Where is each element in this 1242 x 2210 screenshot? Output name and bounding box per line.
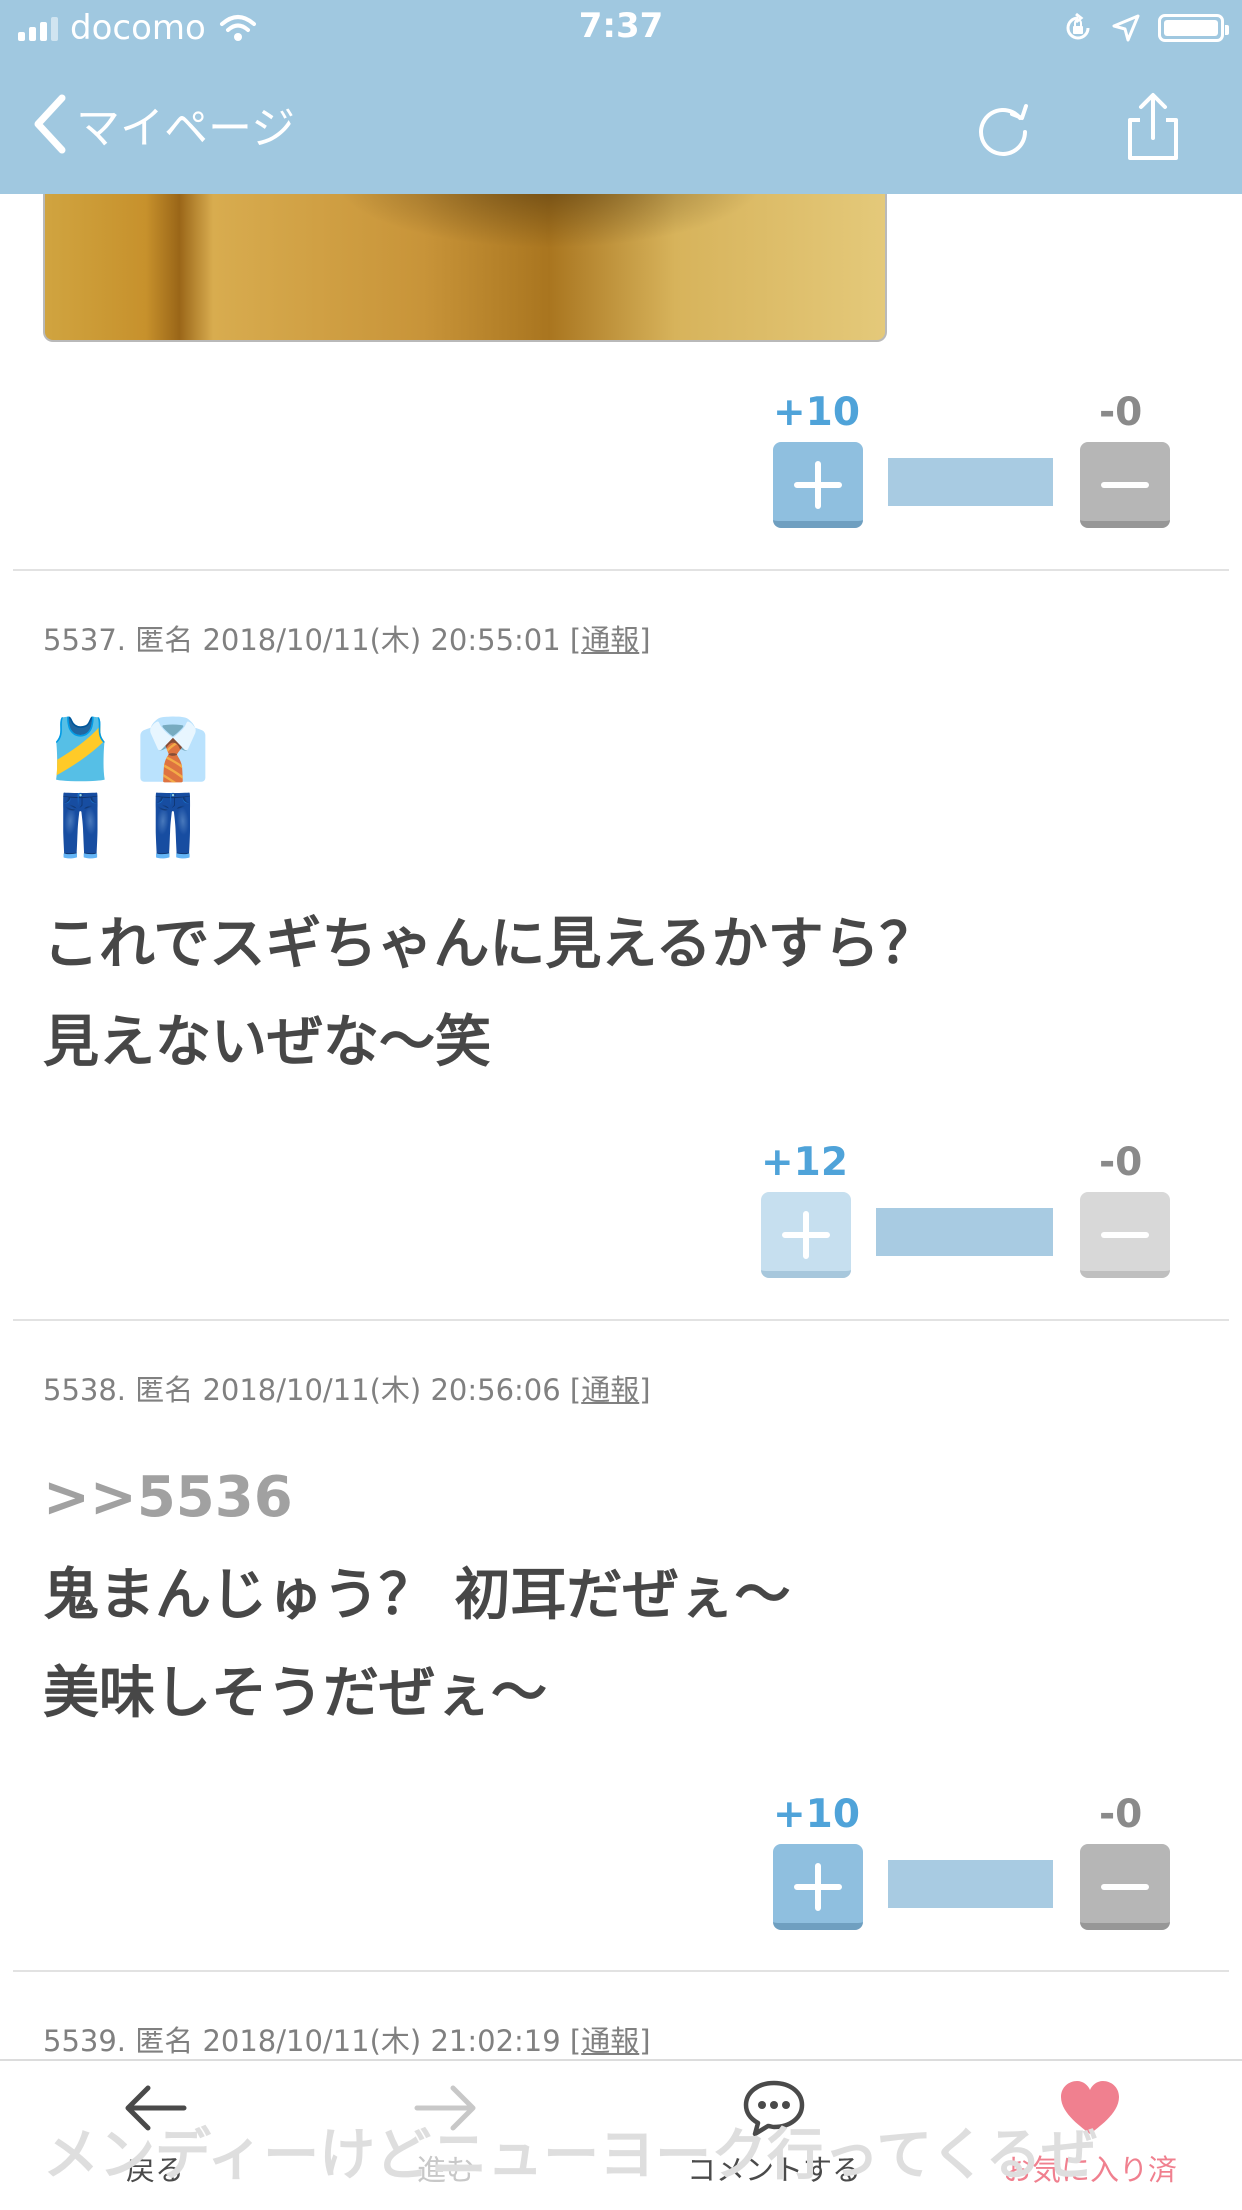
vote-widget: +10 -0 [773,1792,1173,1930]
minus-count: -0 [1099,1140,1143,1185]
emoji-row-bottom: 👖👖 [43,791,229,861]
emoji-row-top: 🎽👔 [43,715,229,785]
share-icon[interactable] [1118,92,1188,162]
report-link[interactable]: 通報 [581,1373,639,1407]
post-line: 鬼まんじゅう？ 初耳だぜぇ〜 [43,1563,791,1628]
divider [13,1319,1229,1321]
minus-icon [1101,482,1149,488]
chevron-left-icon [34,94,66,154]
plus-icon [782,1211,830,1259]
plus-button[interactable] [773,442,863,528]
minus-icon [1101,1884,1149,1890]
plus-icon [794,461,842,509]
post-line: これでスギちゃんに見えるかすら？ [43,912,936,977]
emoji-outfit: 🎽👔 👖👖 [43,712,228,864]
post-meta-text: 5538. 匿名 2018/10/11(木) 20:56:06 [ [43,1373,582,1407]
post-body: これでスギちゃんに見えるかすら？ 見えないぜな〜笑 [43,896,936,1092]
minus-button[interactable] [1080,442,1170,528]
report-link[interactable]: 通報 [581,2024,639,2058]
post-meta-suffix: ] [639,2024,651,2058]
post-meta-text: 5537. 匿名 2018/10/11(木) 20:55:01 [ [43,623,582,657]
plus-count: +12 [761,1140,848,1185]
vote-ratio-bar [888,1860,1053,1908]
post-meta-suffix: ] [639,623,651,657]
post-line: 見えないぜな〜笑 [43,1010,491,1075]
post-meta-suffix: ] [639,1373,651,1407]
post-meta: 5539. 匿名 2018/10/11(木) 21:02:19 [通報] [43,2018,651,2060]
vote-ratio-bar [876,1208,1053,1256]
plus-button[interactable] [773,1844,863,1930]
post-body: >>5536 鬼まんじゅう？ 初耳だぜぇ〜 美味しそうだぜぇ〜 [43,1449,791,1743]
minus-button[interactable] [1080,1844,1170,1930]
minus-icon [1101,1232,1149,1238]
post-body-behind-toolbar: メンディーけどニューヨーク行ってくるぜ [43,2123,1098,2188]
post-photo[interactable] [43,194,887,342]
post-meta: 5538. 匿名 2018/10/11(木) 20:56:06 [通報] [43,1367,651,1409]
minus-count: -0 [1099,1792,1143,1837]
status-time: 7:37 [578,6,664,46]
minus-button[interactable] [1080,1192,1170,1278]
divider [13,569,1229,571]
location-icon [1112,14,1140,42]
post-meta-text: 5539. 匿名 2018/10/11(木) 21:02:19 [ [43,2024,582,2058]
vote-widget: +10 -0 [773,390,1173,528]
refresh-icon[interactable] [968,92,1038,162]
post-meta: 5537. 匿名 2018/10/11(木) 20:55:01 [通報] [43,617,651,659]
vote-widget: +12 -0 [761,1140,1170,1278]
orientation-lock-icon [1066,12,1090,40]
reply-anchor-link[interactable]: >>5536 [43,1449,791,1547]
vote-ratio-bar [888,458,1053,506]
back-label: マイページ [76,103,296,154]
nav-bar: マイページ [0,62,1242,194]
plus-count: +10 [773,390,860,435]
post-line: 美味しそうだぜぇ〜 [43,1661,547,1726]
divider [13,1970,1229,1972]
plus-icon [794,1863,842,1911]
minus-count: -0 [1099,390,1143,435]
status-right [1062,12,1229,44]
status-bar: docomo 7:37 [0,0,1242,62]
plus-count: +10 [773,1792,860,1837]
battery-icon [1158,14,1229,42]
plus-button[interactable] [761,1192,851,1278]
report-link[interactable]: 通報 [581,623,639,657]
back-to-mypage-button[interactable]: マイページ [30,92,295,156]
